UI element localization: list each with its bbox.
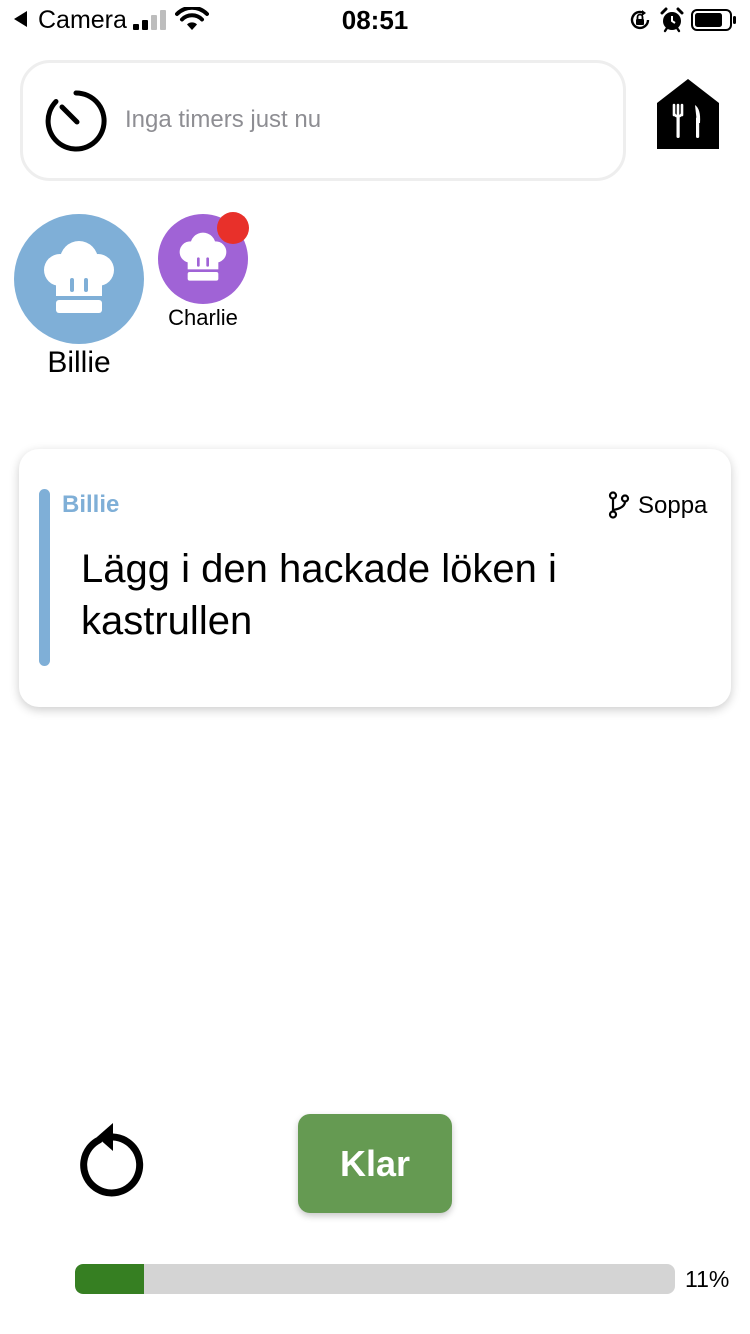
chef-hat-icon <box>44 241 114 313</box>
step-instruction: Lägg i den hackade löken i kastrullen <box>81 547 557 643</box>
progress-bar <box>75 1264 675 1294</box>
cook-avatar-billie[interactable] <box>14 214 144 344</box>
timer-card[interactable]: Inga timers just nu <box>20 60 626 181</box>
timer-icon <box>45 90 107 152</box>
progress-label: 11% <box>685 1266 730 1292</box>
chef-hat-icon <box>179 232 227 281</box>
progress-fill <box>75 1264 144 1294</box>
done-button[interactable]: Klar <box>298 1114 452 1213</box>
step-recipe: Soppa <box>638 492 708 519</box>
notification-badge <box>217 212 249 244</box>
timer-status-text: Inga timers just nu <box>125 106 322 133</box>
alarm-icon <box>660 7 684 33</box>
kitchen-house-icon[interactable] <box>657 79 719 149</box>
undo-icon <box>80 1123 144 1197</box>
cook-name-charlie: Charlie <box>168 305 238 330</box>
undo-button[interactable] <box>79 1121 147 1201</box>
status-bar: Camera 08:51 <box>0 0 750 42</box>
branch-icon <box>608 491 630 519</box>
cook-name-billie: Billie <box>47 346 111 379</box>
orientation-lock-icon <box>630 10 650 30</box>
step-color-bar <box>39 489 50 666</box>
step-card: Billie Soppa Lägg i den hackade löken i … <box>19 449 731 707</box>
battery-icon <box>691 9 736 31</box>
step-person: Billie <box>62 491 120 518</box>
